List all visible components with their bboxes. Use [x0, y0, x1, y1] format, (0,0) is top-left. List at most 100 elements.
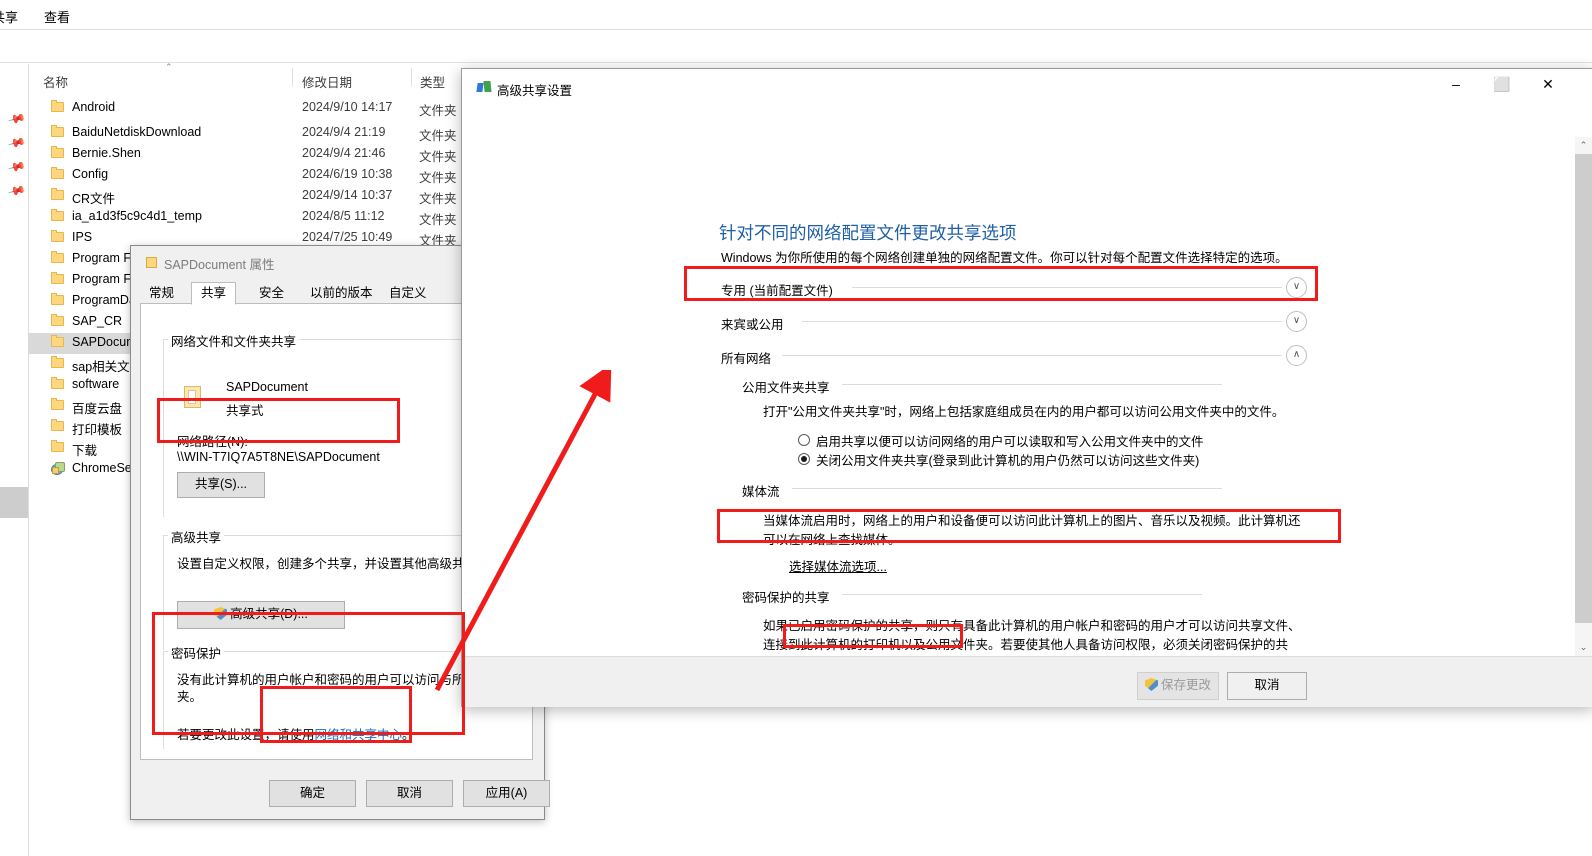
- network-and-sharing-center-link[interactable]: 网络和共享中心: [315, 728, 403, 742]
- chevron-down-icon[interactable]: ∨: [1286, 311, 1307, 332]
- chevron-down-icon[interactable]: ∨: [1286, 277, 1307, 298]
- share-button[interactable]: 共享(S)...: [177, 472, 265, 498]
- shield-icon: [1145, 678, 1158, 691]
- profile-private-label[interactable]: 专用 (当前配置文件): [721, 280, 839, 299]
- radio-disable-public-sharing[interactable]: [798, 453, 810, 465]
- folder-icon: [51, 357, 64, 370]
- file-name: BaiduNetdiskDownload: [72, 125, 202, 139]
- tab-sharing[interactable]: 共享: [191, 282, 237, 305]
- public-folder-sharing-description: 打开"公用文件夹共享"时，网络上包括家庭组成员在内的用户都可以访问公用文件夹中的…: [763, 405, 1285, 419]
- adv-window-title: 高级共享设置: [497, 84, 573, 98]
- group-border-left: [163, 339, 164, 517]
- column-divider[interactable]: [411, 68, 412, 86]
- file-type: 文件夹: [419, 213, 457, 227]
- folder-icon: [146, 256, 158, 269]
- adv-title-bar: 高级共享设置 – ⬜ ✕: [462, 69, 1592, 107]
- file-date: 2024/7/25 10:49: [302, 230, 393, 244]
- file-type: 文件夹: [419, 150, 457, 164]
- folder-icon: [51, 101, 64, 114]
- radio-enable-public-sharing[interactable]: [798, 434, 810, 446]
- password-sharing-description-line2: 连接到此计算机的打印机以及公用文件夹。若要使其他人具备访问权限，必须关闭密码保护…: [763, 638, 1289, 652]
- section-title-public-folder-sharing: 公用文件夹共享: [742, 377, 836, 396]
- folder-icon: [51, 399, 64, 412]
- password-sharing-description-line1: 如果已启用密码保护的共享，则只有具备此计算机的用户帐户和密码的用户才可以访问共享…: [763, 619, 1301, 633]
- advanced-sharing-button[interactable]: 高级共享(D)...: [177, 601, 345, 629]
- ok-button[interactable]: 确定: [269, 780, 356, 807]
- close-button[interactable]: ✕: [1525, 69, 1571, 100]
- profile-all-networks-label[interactable]: 所有网络: [721, 348, 778, 367]
- adv-footer-bar: [462, 656, 1592, 707]
- tab-previous-versions[interactable]: 以前的版本: [301, 282, 382, 304]
- group-border-left: [163, 651, 164, 749]
- folder-icon: [51, 231, 64, 244]
- tab-general[interactable]: 常规: [140, 282, 183, 304]
- file-name: CR文件: [72, 192, 116, 206]
- file-name: ChromeSet: [72, 461, 136, 475]
- ribbon-divider: [0, 29, 1592, 30]
- page-title: 针对不同的网络配置文件更改共享选项: [719, 223, 1017, 243]
- folder-icon: [51, 294, 64, 307]
- scroll-down-icon[interactable]: ⌄: [1575, 639, 1592, 656]
- adv-cancel-button[interactable]: 取消: [1227, 672, 1307, 700]
- password-protection-description: 没有此计算机的用户帐户和密码的用户可以访问与所有人夹。: [177, 673, 490, 704]
- file-name: Config: [72, 167, 109, 181]
- file-name: IPS: [72, 230, 93, 244]
- minimize-button[interactable]: –: [1433, 69, 1479, 100]
- folder-icon: [51, 147, 64, 160]
- file-name: 打印模板: [72, 423, 123, 437]
- file-name: Bernie.Shen: [72, 146, 141, 160]
- advanced-sharing-button-label: 高级共享(D)...: [230, 607, 308, 621]
- media-streaming-options-link[interactable]: 选择媒体流选项...: [789, 558, 887, 577]
- profile-rule: [852, 287, 1282, 288]
- file-date: 2024/9/4 21:46: [302, 146, 386, 160]
- network-path-value: \\WIN-T7IQ7A5T8NE\SAPDocument: [177, 450, 380, 464]
- cancel-button[interactable]: 取消: [366, 780, 453, 807]
- file-date: 2024/9/10 14:17: [302, 100, 393, 114]
- media-streaming-description-line1: 当媒体流启用时，网络上的用户和设备便可以访问此计算机上的图片、音乐以及视频。此计…: [763, 514, 1301, 528]
- apply-button[interactable]: 应用(A): [463, 780, 550, 807]
- adv-vertical-scrollbar[interactable]: ⌃ ⌄: [1575, 137, 1592, 656]
- section-rule: [842, 384, 1222, 385]
- column-header-name[interactable]: 名称: [43, 72, 68, 91]
- shield-icon: [214, 607, 227, 620]
- adv-navigation-bar: ← → ∨ ↑ › 控制面板 › 网络和 Internet › 网络和共享中心 …: [462, 107, 1592, 176]
- address-bar-divider: [0, 62, 1592, 63]
- file-type: 文件夹: [419, 171, 457, 185]
- ribbon-tab-view[interactable]: 查看: [44, 7, 70, 26]
- column-header-type[interactable]: 类型: [420, 72, 445, 91]
- profile-guest-public-label[interactable]: 来宾或公用: [721, 314, 790, 333]
- nav-pane-scrollbar[interactable]: [0, 487, 28, 518]
- group-title-network-share: 网络文件和文件夹共享: [168, 331, 300, 350]
- folder-icon: [51, 441, 64, 454]
- pin-icon: 📌: [6, 181, 27, 201]
- column-divider[interactable]: [292, 68, 293, 86]
- file-date: 2024/6/19 10:38: [302, 167, 393, 181]
- section-title-password-protected-sharing: 密码保护的共享: [742, 587, 836, 606]
- folder-icon: [51, 252, 64, 265]
- folder-icon: [51, 168, 64, 181]
- scroll-up-icon[interactable]: ⌃: [1575, 137, 1592, 154]
- shared-folder-name: SAPDocument: [226, 380, 308, 394]
- maximize-button[interactable]: ⬜: [1479, 69, 1525, 100]
- folder-icon: [51, 315, 64, 328]
- tab-security[interactable]: 安全: [250, 282, 293, 304]
- group-title-advanced-sharing: 高级共享: [168, 527, 225, 546]
- network-icon: [476, 81, 492, 94]
- group-border-left: [163, 535, 164, 650]
- file-name: Program Fi: [72, 272, 134, 286]
- tab-customize[interactable]: 自定义: [380, 282, 436, 304]
- scrollbar-thumb[interactable]: [1575, 154, 1592, 623]
- folder-icon: [51, 273, 64, 286]
- address-bar: › 此电脑 › 本地磁盘 (D:) › ∨ ↻ 搜索"本地.: [0, 31, 1592, 91]
- ribbon-tab-share[interactable]: 共享: [0, 7, 18, 26]
- radio-label-enable-public-sharing[interactable]: 启用共享以便可以访问网络的用户可以读取和写入公用文件夹中的文件: [816, 431, 1204, 450]
- folder-icon: [51, 210, 64, 223]
- file-name: ia_a1d3f5c9c4d1_temp: [72, 209, 202, 223]
- media-streaming-description-line2: 可以在网络上查找媒体。: [763, 533, 901, 547]
- column-header-date[interactable]: 修改日期: [302, 72, 352, 91]
- save-changes-button[interactable]: 保存更改: [1137, 672, 1219, 700]
- file-type: 文件夹: [419, 104, 457, 118]
- properties-title: SAPDocument 属性: [164, 258, 275, 272]
- radio-label-disable-public-sharing[interactable]: 关闭公用文件夹共享(登录到此计算机的用户仍然可以访问这些文件夹): [816, 450, 1199, 469]
- chevron-up-icon[interactable]: ∧: [1286, 345, 1307, 366]
